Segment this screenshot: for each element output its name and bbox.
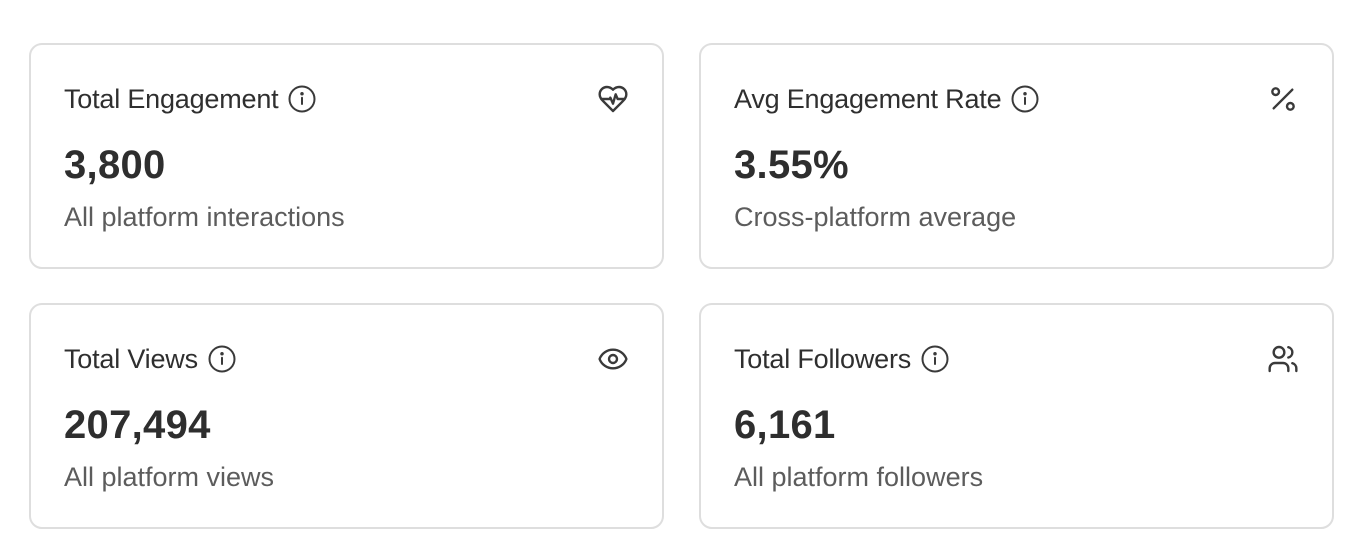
eye-icon: [597, 343, 629, 375]
card-title-wrap: Total Engagement: [64, 84, 317, 115]
stat-description: Cross-platform average: [734, 202, 1017, 232]
info-icon[interactable]: [207, 344, 237, 374]
heart-pulse-icon: [597, 83, 629, 115]
stat-description: All platform views: [64, 462, 275, 492]
stat-value: 207,494: [64, 403, 211, 447]
users-icon: [1267, 343, 1299, 375]
card-title: Total Views: [64, 343, 198, 374]
stat-value: 3,800: [64, 143, 166, 187]
card-title-wrap: Total Followers: [734, 344, 950, 375]
stat-description: All platform interactions: [64, 202, 345, 232]
info-icon[interactable]: [287, 84, 317, 114]
stat-card-avg-engagement-rate: Avg Engagement Rate 3.55% Cross-platform…: [699, 43, 1334, 269]
stat-card-total-engagement: Total Engagement 3,800 All platform inte…: [29, 43, 664, 269]
card-title: Total Followers: [734, 343, 912, 374]
stat-card-total-followers: Total Followers 6,161 All platform follo…: [699, 303, 1334, 529]
card-header: Total Followers: [734, 341, 1299, 377]
stat-value: 3.55%: [734, 143, 849, 187]
card-title: Total Engagement: [64, 83, 279, 114]
percent-icon: [1267, 83, 1299, 115]
card-header: Total Engagement: [64, 81, 629, 117]
card-header: Total Views: [64, 341, 629, 377]
card-title: Avg Engagement Rate: [734, 83, 1002, 114]
stats-grid: Total Engagement 3,800 All platform inte…: [29, 43, 1334, 529]
stat-value: 6,161: [734, 403, 836, 447]
card-title-wrap: Avg Engagement Rate: [734, 84, 1040, 115]
stat-card-total-views: Total Views 207,494 All platform views: [29, 303, 664, 529]
info-icon[interactable]: [1010, 84, 1040, 114]
stat-description: All platform followers: [734, 462, 984, 492]
card-title-wrap: Total Views: [64, 344, 237, 375]
info-icon[interactable]: [920, 344, 950, 374]
card-header: Avg Engagement Rate: [734, 81, 1299, 117]
